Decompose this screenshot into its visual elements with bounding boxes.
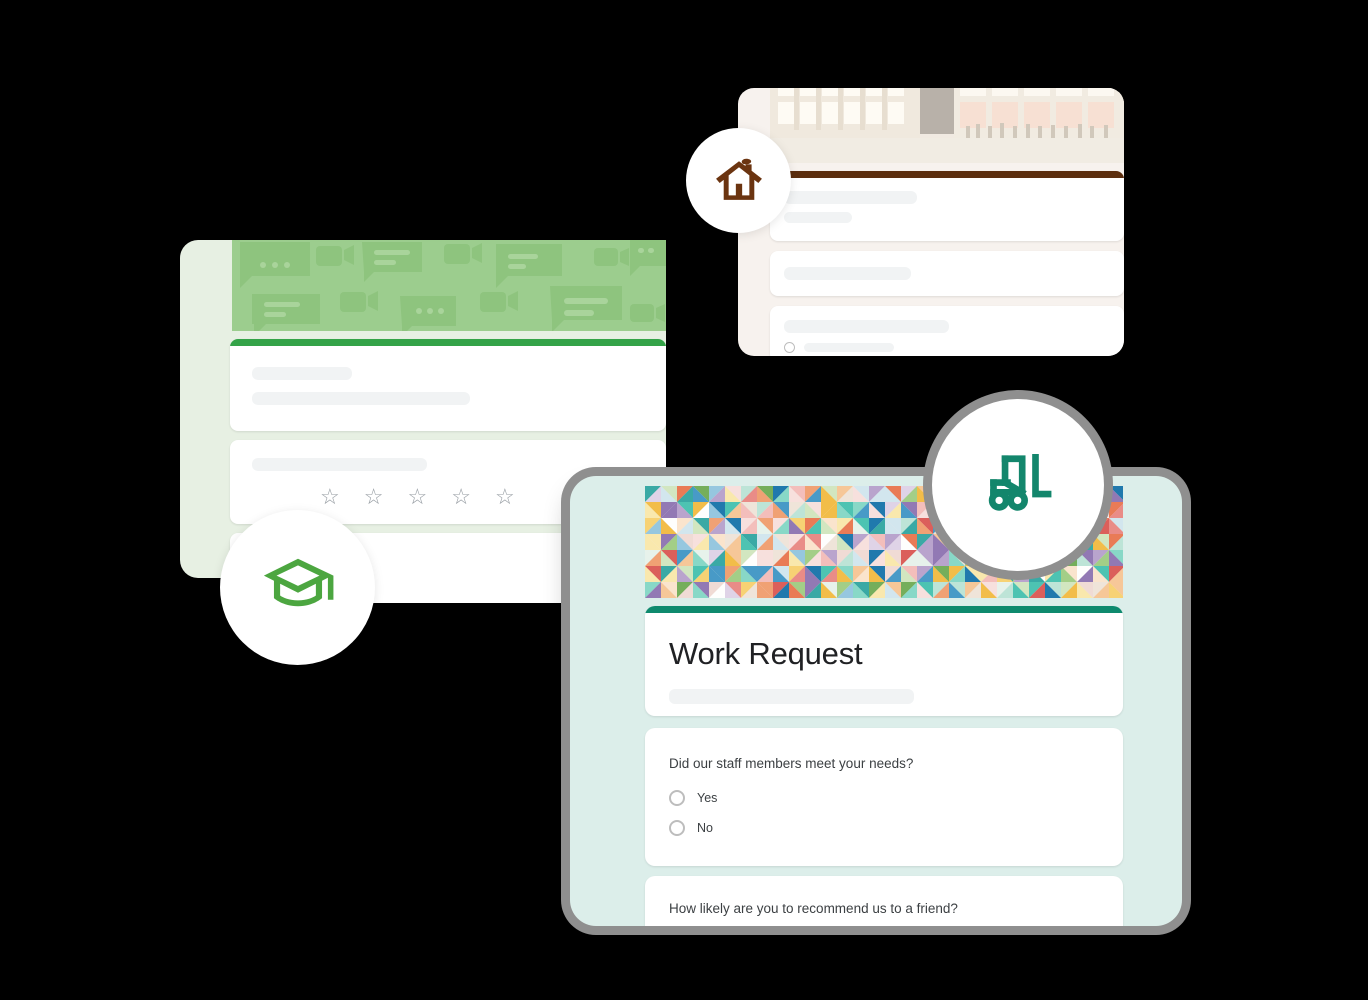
work-request-question-2-sheet: How likely are you to recommend us to a … [645,876,1123,926]
page-title: Work Request [669,636,863,671]
home-options-sheet [770,306,1124,356]
work-request-badge [932,399,1104,571]
placeholder-description-line [669,689,914,704]
forklift-icon [988,454,1052,511]
placeholder-question-line [252,458,427,471]
education-title-sheet [230,339,666,431]
placeholder-desc-line [784,212,852,223]
home-header-photo [770,88,1124,163]
question-text: How likely are you to recommend us to a … [669,901,958,916]
radio-button-icon[interactable] [669,790,685,806]
work-request-form-card: Work Request Did our staff members meet … [570,476,1182,926]
placeholder-option-line [804,343,894,352]
radio-option-yes[interactable]: Yes [669,790,1123,806]
radio-button-icon[interactable] [669,820,685,836]
placeholder-title-line [784,191,917,204]
home-title-sheet [770,171,1124,241]
star-icon[interactable]: ☆ [451,486,471,508]
radio-option-row[interactable] [784,342,1124,353]
star-icon[interactable]: ☆ [495,486,515,508]
home-badge [686,128,791,233]
placeholder-question-line [784,267,911,280]
placeholder-title-line [252,367,352,380]
radio-option-label: Yes [697,791,718,805]
question-text: Did our staff members meet your needs? [669,756,914,771]
placeholder-question-line [784,320,949,333]
graduation-cap-icon [263,558,333,606]
home-question-sheet [770,251,1124,296]
composite-illustration: ☆ ☆ ☆ ☆ ☆ Work Request Did our staff mem… [0,0,1368,1000]
placeholder-desc-line [252,392,470,405]
house-icon [715,158,762,200]
radio-option-label: No [697,821,713,835]
chat-video-pattern-icon [232,240,666,331]
work-request-title-sheet: Work Request [645,606,1123,716]
education-header-banner [232,240,666,331]
education-badge [220,510,375,665]
star-icon[interactable]: ☆ [364,486,384,508]
star-icon[interactable]: ☆ [407,486,427,508]
home-form-card [738,88,1124,356]
building-night-photo [770,88,1124,163]
work-request-question-1-sheet: Did our staff members meet your needs? Y… [645,728,1123,866]
radio-button-icon[interactable] [784,342,795,353]
radio-option-no[interactable]: No [669,820,1123,836]
star-icon[interactable]: ☆ [320,486,340,508]
